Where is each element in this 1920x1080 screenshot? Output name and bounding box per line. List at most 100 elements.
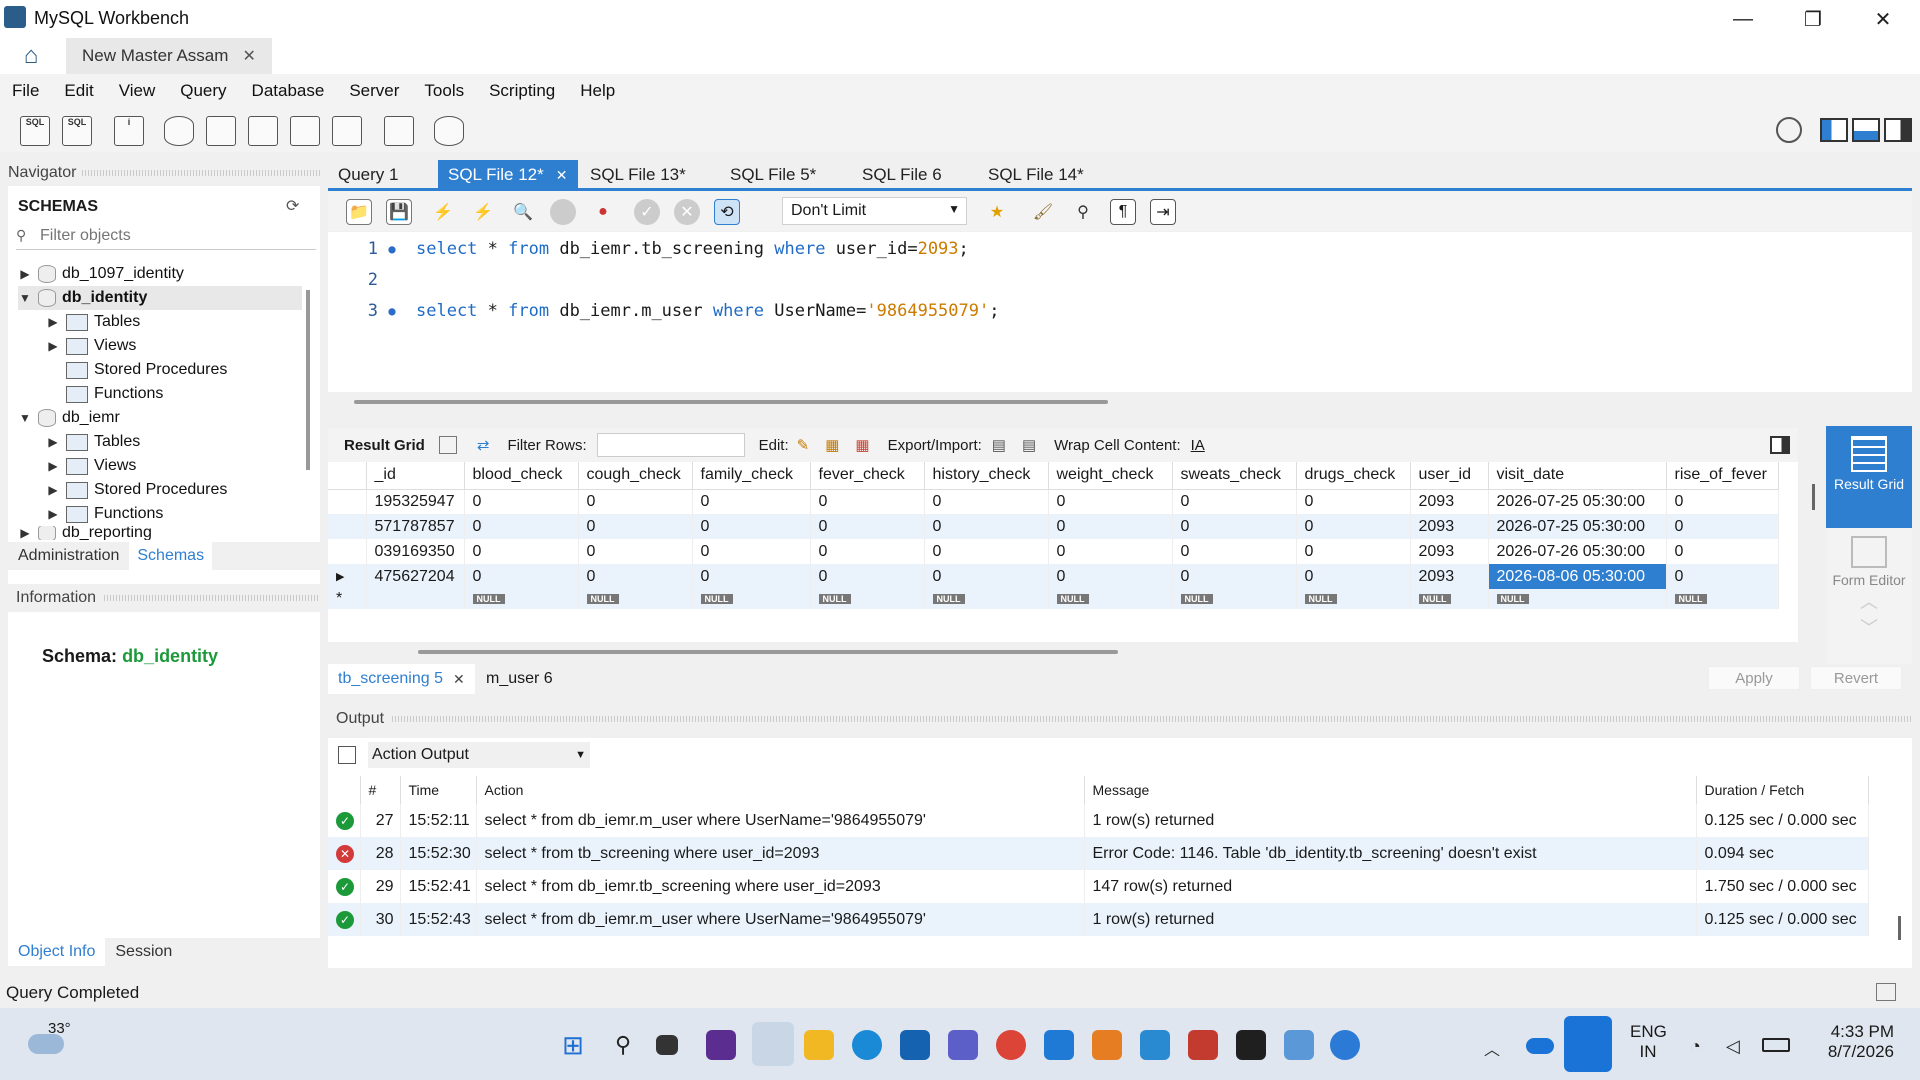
row-selector[interactable] [328, 539, 367, 564]
execute-icon[interactable]: ⚡ [430, 199, 456, 225]
collapse-icon[interactable]: ▼ [18, 411, 32, 425]
table-cell[interactable] [366, 589, 465, 609]
restore-button[interactable]: ❐ [1778, 0, 1848, 38]
create-function-icon[interactable] [332, 116, 362, 146]
table-cell[interactable]: 039169350 [366, 539, 465, 564]
table-cell[interactable]: NULL [692, 589, 811, 609]
result-grid-panel-button[interactable]: Result Grid [1826, 426, 1912, 528]
table-cell[interactable]: NULL [924, 589, 1049, 609]
create-schema-icon[interactable] [164, 116, 194, 146]
table-row[interactable]: 571787857 0 0 0 0 0 0 0 0 2093 2026-07-25 05:30:00… [328, 514, 1779, 539]
table-cell[interactable]: 2026-07-25 05:30:00 [1488, 514, 1667, 539]
column-header[interactable]: family_check [692, 462, 811, 490]
table-cell[interactable]: 2026-07-25 05:30:00 [1488, 489, 1667, 514]
wrap-lines-icon[interactable]: ⇥ [1150, 199, 1176, 225]
expand-icon[interactable]: ▶ [18, 267, 32, 281]
expand-icon[interactable]: ▶ [18, 526, 32, 540]
table-cell[interactable]: 0 [1048, 489, 1173, 514]
column-header[interactable]: drugs_check [1296, 462, 1411, 490]
tree-item-functions[interactable]: Functions [60, 382, 163, 406]
onedrive-icon[interactable] [1526, 1038, 1554, 1054]
expand-icon[interactable]: ▶ [46, 507, 60, 521]
explain-icon[interactable]: 🔍 [510, 199, 536, 225]
edge-icon[interactable] [852, 1030, 882, 1060]
table-cell[interactable]: NULL [1296, 589, 1411, 609]
table-cell[interactable]: 0 [1666, 489, 1779, 514]
table-cell[interactable]: 2093 [1410, 539, 1489, 564]
column-header[interactable]: sweats_check [1172, 462, 1297, 490]
add-row-icon[interactable]: ▦ [825, 436, 839, 454]
create-view-icon[interactable] [248, 116, 278, 146]
table-cell[interactable]: NULL [464, 589, 579, 609]
find-icon[interactable]: ⚲ [1070, 199, 1096, 225]
table-cell[interactable]: 0 [1666, 564, 1779, 589]
output-row[interactable]: ✓ 29 15:52:41 select * from db_iemr.tb_scre… [328, 870, 1869, 903]
table-cell[interactable]: 0 [578, 489, 693, 514]
minimize-button[interactable]: — [1708, 0, 1778, 38]
table-cell[interactable]: 2026-07-26 05:30:00 [1488, 539, 1667, 564]
column-header[interactable]: _id [366, 462, 465, 490]
form-editor-panel-button[interactable]: Form Editor ︿ ﹀ [1826, 536, 1912, 638]
battery-icon[interactable] [1762, 1038, 1790, 1052]
open-sql-script-icon[interactable]: SQL [62, 116, 92, 146]
tab-object-info[interactable]: Object Info [8, 938, 106, 966]
vscode-icon[interactable] [1044, 1030, 1074, 1060]
tab-administration[interactable]: Administration [8, 547, 129, 565]
import-icon[interactable]: ▤ [1022, 436, 1036, 454]
clock[interactable]: 4:33 PM 8/7/2026 [1810, 1022, 1894, 1062]
save-icon[interactable]: 💾 [386, 199, 412, 225]
table-cell[interactable]: 0 [1296, 564, 1411, 589]
menu-tools[interactable]: Tools [424, 81, 464, 101]
create-procedure-icon[interactable] [290, 116, 320, 146]
connection-tab[interactable]: New Master Assam ✕ [66, 38, 272, 74]
table-cell[interactable]: 2026-08-06 05:30:00 [1488, 564, 1667, 589]
table-cell[interactable]: 0 [464, 564, 579, 589]
export-icon[interactable]: ▤ [992, 436, 1006, 454]
tree-item-views[interactable]: ▶ Views [46, 334, 136, 358]
table-cell[interactable]: 0 [924, 514, 1049, 539]
apply-button[interactable]: Apply [1708, 666, 1800, 690]
inspector-icon[interactable]: i [114, 116, 144, 146]
table-row[interactable]: ▶ 475627204 0 0 0 0 0 0 0 0 2093 2026-08-06 05:30:0… [328, 564, 1779, 589]
table-cell[interactable]: 0 [578, 539, 693, 564]
task-view-icon[interactable] [656, 1035, 678, 1055]
remote-desktop-icon[interactable] [1284, 1030, 1314, 1060]
filter-rows-input[interactable] [596, 433, 745, 457]
scroll-arrows-icon[interactable]: ︿ ﹀ [1826, 588, 1912, 640]
language-indicator[interactable]: ENG IN [1630, 1022, 1667, 1062]
menu-view[interactable]: View [119, 81, 156, 101]
tab-schemas[interactable]: Schemas [129, 542, 213, 570]
close-icon[interactable]: ✕ [453, 671, 465, 688]
tab-sql-file-5[interactable]: SQL File 5* [720, 160, 826, 190]
settings-icon[interactable] [1776, 117, 1802, 143]
sql-editor[interactable]: 1 ● select * from db_iemr.tb_screening w… [328, 232, 1912, 392]
close-icon[interactable]: ✕ [242, 46, 255, 66]
execute-current-icon[interactable]: ⚡ [470, 199, 496, 225]
column-header[interactable]: user_id [1410, 462, 1489, 490]
tree-item-db-iemr[interactable]: ▼ db_iemr [18, 406, 120, 430]
app-icon[interactable] [1330, 1030, 1360, 1060]
refresh-icon[interactable]: ⟳ [286, 196, 299, 216]
volume-icon[interactable]: ◁ [1726, 1036, 1740, 1057]
table-cell[interactable]: NULL [1048, 589, 1173, 609]
delete-row-icon[interactable]: ▦ [855, 436, 869, 454]
navigator-scrollbar[interactable] [306, 290, 310, 470]
table-cell[interactable]: 0 [924, 489, 1049, 514]
tree-item-stored-procedures[interactable]: Stored Procedures [60, 358, 227, 382]
invisible-chars-icon[interactable]: ¶ [1110, 199, 1136, 225]
table-cell[interactable]: 0 [1048, 514, 1173, 539]
expand-icon[interactable]: ▶ [46, 483, 60, 497]
output-row[interactable]: ✓ 30 15:52:43 select * from db_iemr.m_user … [328, 903, 1869, 936]
output-row[interactable]: ✕ 28 15:52:30 select * from tb_screening wh… [328, 837, 1869, 870]
expand-icon[interactable]: ▶ [46, 339, 60, 353]
table-cell[interactable]: 0 [810, 539, 925, 564]
column-header[interactable]: weight_check [1048, 462, 1173, 490]
table-cell[interactable]: 0 [464, 489, 579, 514]
expand-icon[interactable]: ▶ [46, 315, 60, 329]
table-cell[interactable]: 2093 [1410, 489, 1489, 514]
table-cell[interactable]: 2093 [1410, 514, 1489, 539]
stop-on-error-icon[interactable]: ● [590, 199, 616, 225]
table-cell[interactable]: 475627204 [366, 564, 465, 589]
revert-button[interactable]: Revert [1810, 666, 1902, 690]
expand-icon[interactable]: ▶ [46, 435, 60, 449]
